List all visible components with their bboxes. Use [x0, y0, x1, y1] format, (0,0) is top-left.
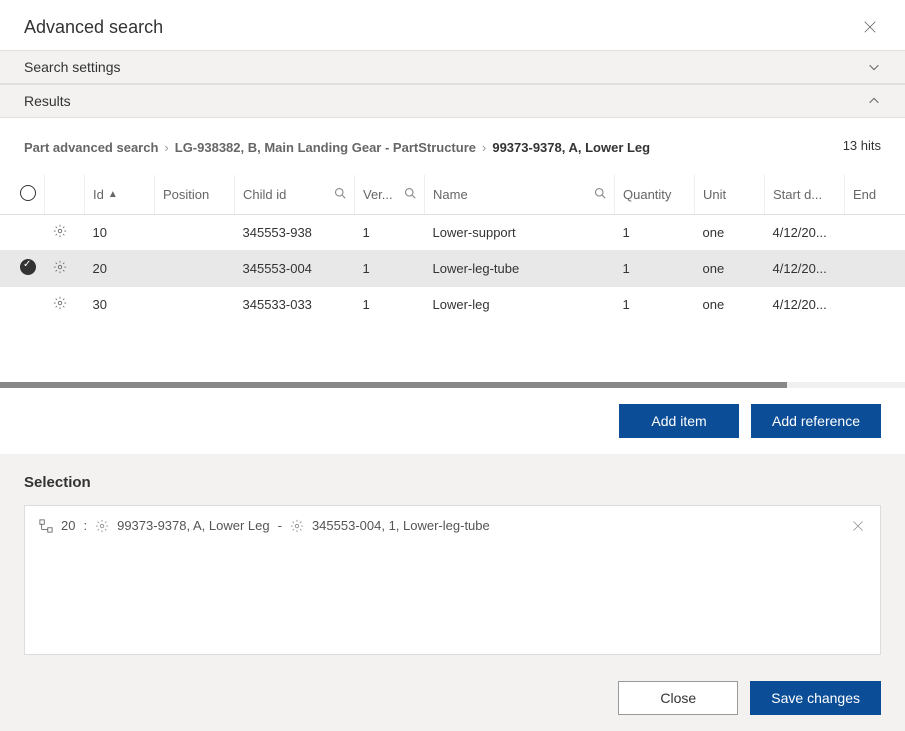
chevron-down-icon — [867, 60, 881, 74]
add-item-button[interactable]: Add item — [619, 404, 739, 438]
cell-name: Lower-support — [425, 215, 615, 251]
col-actions — [45, 175, 85, 215]
section-results[interactable]: Results — [0, 84, 905, 118]
cell-child-id: 345553-938 — [235, 215, 355, 251]
selection-item: 20 : 99373-9378, A, Lower Leg - 345553-0… — [39, 518, 490, 533]
col-select[interactable] — [0, 175, 45, 215]
selection-panel: Selection 20 : 99373-9378, A, Lower Leg … — [0, 454, 905, 665]
selection-dash: - — [278, 518, 282, 533]
cell-end — [845, 250, 905, 287]
col-version[interactable]: Ver... — [355, 175, 425, 215]
section-title: Results — [24, 93, 71, 109]
remove-selection-icon[interactable] — [850, 518, 866, 534]
hierarchy-icon — [39, 519, 53, 533]
selection-parent: 99373-9378, A, Lower Leg — [117, 518, 270, 533]
col-child-id[interactable]: Child id — [235, 175, 355, 215]
dialog-header: Advanced search — [0, 0, 905, 50]
gear-icon[interactable] — [53, 260, 67, 274]
search-icon[interactable] — [404, 187, 416, 199]
dialog-title: Advanced search — [24, 17, 163, 38]
cell-end — [845, 215, 905, 251]
cell-unit: one — [695, 215, 765, 251]
section-title: Search settings — [24, 59, 121, 75]
cell-quantity: 1 — [615, 287, 695, 322]
breadcrumb-area: Part advanced search › LG-938382, B, Mai… — [0, 118, 905, 175]
action-buttons: Add item Add reference — [0, 388, 905, 454]
close-icon[interactable] — [859, 16, 881, 38]
footer-buttons: Close Save changes — [0, 665, 905, 731]
cell-child-id: 345553-004 — [235, 250, 355, 287]
table-row[interactable]: 20345553-0041Lower-leg-tube1one4/12/20..… — [0, 250, 905, 287]
breadcrumb-sep-icon: › — [164, 140, 168, 155]
cell-start-date: 4/12/20... — [765, 215, 845, 251]
cell-name: Lower-leg-tube — [425, 250, 615, 287]
col-end[interactable]: End — [845, 175, 905, 215]
col-quantity[interactable]: Quantity — [615, 175, 695, 215]
sort-asc-icon: ▲ — [108, 189, 118, 200]
breadcrumb-sep-icon: › — [482, 140, 486, 155]
gear-icon[interactable] — [290, 519, 304, 533]
col-id[interactable]: Id ▲ — [85, 175, 155, 215]
cell-position — [155, 215, 235, 251]
breadcrumb-item[interactable]: Part advanced search — [24, 140, 158, 155]
horizontal-scrollbar[interactable] — [0, 382, 905, 388]
cell-quantity: 1 — [615, 215, 695, 251]
search-icon[interactable] — [594, 187, 606, 199]
col-start-date[interactable]: Start d... — [765, 175, 845, 215]
col-name[interactable]: Name — [425, 175, 615, 215]
breadcrumb-current: 99373-9378, A, Lower Leg — [492, 140, 650, 155]
selection-child: 345553-004, 1, Lower-leg-tube — [312, 518, 490, 533]
close-button[interactable]: Close — [618, 681, 738, 715]
section-search-settings[interactable]: Search settings — [0, 50, 905, 84]
scrollbar-thumb[interactable] — [0, 382, 787, 388]
select-all-checkbox[interactable] — [20, 185, 36, 201]
cell-position — [155, 250, 235, 287]
cell-id: 20 — [85, 250, 155, 287]
cell-start-date: 4/12/20... — [765, 287, 845, 322]
gear-icon[interactable] — [53, 224, 67, 238]
add-reference-button[interactable]: Add reference — [751, 404, 881, 438]
cell-start-date: 4/12/20... — [765, 250, 845, 287]
hit-count: 13 hits — [843, 138, 881, 153]
col-unit[interactable]: Unit — [695, 175, 765, 215]
chevron-up-icon — [867, 94, 881, 108]
search-icon[interactable] — [334, 187, 346, 199]
cell-unit: one — [695, 287, 765, 322]
save-changes-button[interactable]: Save changes — [750, 681, 881, 715]
col-position[interactable]: Position — [155, 175, 235, 215]
cell-name: Lower-leg — [425, 287, 615, 322]
cell-end — [845, 287, 905, 322]
gear-icon[interactable] — [53, 296, 67, 310]
cell-quantity: 1 — [615, 250, 695, 287]
cell-child-id: 345533-033 — [235, 287, 355, 322]
gear-icon[interactable] — [95, 519, 109, 533]
table-row[interactable]: 30345533-0331Lower-leg1one4/12/20... — [0, 287, 905, 322]
results-table: Id ▲ Position Child id Ver... Name — [0, 175, 905, 322]
cell-version: 1 — [355, 287, 425, 322]
cell-version: 1 — [355, 215, 425, 251]
selection-separator: : — [83, 518, 87, 533]
table-row[interactable]: 10345553-9381Lower-support1one4/12/20... — [0, 215, 905, 251]
cell-position — [155, 287, 235, 322]
selection-title: Selection — [24, 474, 881, 491]
breadcrumb: Part advanced search › LG-938382, B, Mai… — [24, 140, 650, 155]
cell-version: 1 — [355, 250, 425, 287]
row-checkbox[interactable] — [20, 259, 36, 275]
cell-unit: one — [695, 250, 765, 287]
breadcrumb-item[interactable]: LG-938382, B, Main Landing Gear - PartSt… — [175, 140, 476, 155]
cell-id: 30 — [85, 287, 155, 322]
selection-id: 20 — [61, 518, 75, 533]
selection-card: 20 : 99373-9378, A, Lower Leg - 345553-0… — [24, 505, 881, 655]
cell-id: 10 — [85, 215, 155, 251]
